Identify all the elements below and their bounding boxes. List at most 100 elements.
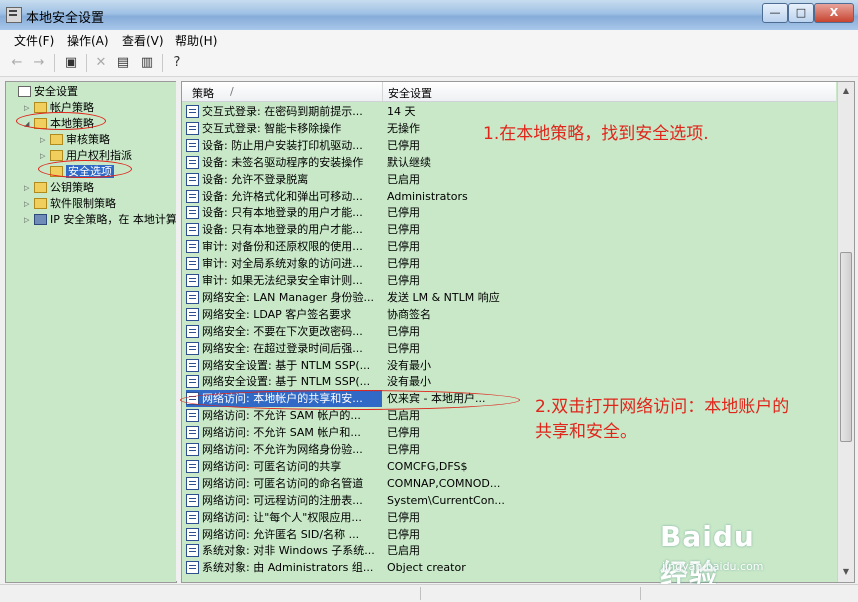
maximize-button[interactable]: □: [788, 3, 814, 23]
scroll-thumb[interactable]: [840, 252, 852, 442]
policy-cell: 设备: 防止用户安装打印机驱动...: [186, 137, 382, 154]
table-row[interactable]: 网络安全: LDAP 客户签名要求 协商签名: [182, 306, 836, 323]
column-header-setting[interactable]: 安全设置: [388, 85, 432, 101]
policy-icon: [186, 257, 199, 271]
table-row[interactable]: 网络访问: 可匿名访问的命名管道 COMNAP,COMNOD...: [182, 475, 836, 492]
table-row[interactable]: 网络访问: 可匿名访问的共享 COMCFG,DFS$: [182, 458, 836, 475]
tree-item[interactable]: 安全设置: [8, 84, 78, 100]
up-folder-icon[interactable]: ▣: [62, 54, 80, 72]
table-row[interactable]: 网络安全设置: 基于 NTLM SSP(... 没有最小: [182, 357, 836, 374]
menu-file[interactable]: 文件(F): [14, 32, 54, 49]
menu-help[interactable]: 帮助(H): [175, 32, 217, 49]
table-row[interactable]: 设备: 允许不登录脱离 已启用: [182, 171, 836, 188]
expander-icon[interactable]: ▷: [40, 132, 49, 148]
policy-name: 网络安全设置: 基于 NTLM SSP(...: [202, 375, 371, 389]
table-row[interactable]: 审计: 对备份和还原权限的使用... 已停用: [182, 238, 836, 255]
folder-icon: [34, 198, 47, 209]
policy-name: 设备: 允许不登录脱离: [202, 172, 309, 186]
highlight-oval-network-access: [180, 390, 520, 410]
security-setting-value: 已停用: [387, 510, 420, 524]
policy-cell: 系统对象: 由 Administrators 组...: [186, 559, 382, 576]
security-setting-value: COMNAP,COMNOD...: [387, 476, 501, 490]
network-policy-icon: [34, 214, 47, 225]
scroll-down-icon[interactable]: ▼: [840, 566, 852, 578]
help-icon[interactable]: ?: [168, 54, 186, 72]
forward-arrow-icon[interactable]: →: [30, 54, 48, 72]
expander-icon[interactable]: ▷: [24, 196, 33, 212]
table-row[interactable]: 设备: 只有本地登录的用户才能... 已停用: [182, 204, 836, 221]
policy-cell: 网络安全: LAN Manager 身份验...: [186, 289, 382, 306]
menu-view[interactable]: 查看(V): [122, 32, 164, 49]
back-arrow-icon[interactable]: ←: [8, 54, 26, 72]
policy-icon: [186, 240, 199, 254]
close-button[interactable]: X: [814, 3, 854, 23]
title-bar[interactable]: 本地安全设置 — □ X: [0, 0, 858, 31]
policy-cell: 网络访问: 让"每个人"权限应用...: [186, 509, 382, 526]
security-setting-value: 发送 LM & NTLM 响应: [387, 290, 500, 304]
tree-item[interactable]: ▷ 审核策略: [40, 132, 110, 148]
table-row[interactable]: 审计: 如果无法纪录安全审计则... 已停用: [182, 272, 836, 289]
toolbar-separator: [86, 54, 87, 72]
scroll-up-icon[interactable]: ▲: [840, 85, 852, 97]
table-row[interactable]: 设备: 未签名驱动程序的安装操作 默认继续: [182, 154, 836, 171]
policy-icon: [186, 375, 199, 389]
expander-icon[interactable]: ▷: [40, 148, 49, 164]
table-row[interactable]: 网络安全设置: 基于 NTLM SSP(... 没有最小: [182, 373, 836, 390]
minimize-button[interactable]: —: [762, 3, 788, 23]
policy-name: 网络安全: 不要在下次更改密码...: [202, 324, 363, 338]
expander-icon[interactable]: ▷: [24, 180, 33, 196]
security-setting-value: 已停用: [387, 223, 420, 237]
policy-icon: [186, 527, 199, 541]
column-header-policy[interactable]: 策略: [192, 85, 214, 101]
table-row[interactable]: 网络安全: LAN Manager 身份验... 发送 LM & NTLM 响应: [182, 289, 836, 306]
tree-item-label: 公钥策略: [50, 181, 94, 194]
delete-icon[interactable]: ✕: [92, 54, 110, 72]
policy-icon: [186, 121, 199, 135]
policy-icon: [186, 172, 199, 186]
menu-bar: 文件(F) 操作(A) 查看(V) 帮助(H): [0, 30, 858, 50]
policy-icon: [186, 409, 199, 423]
policy-list[interactable]: 策略 / 安全设置 交互式登录: 在密码到期前提示... 14 天交互式登录: 智…: [181, 81, 855, 583]
policy-name: 网络安全: LAN Manager 身份验...: [202, 290, 375, 304]
table-row[interactable]: 网络访问: 不允许为网络身份验... 已停用: [182, 441, 836, 458]
policy-name: 网络访问: 让"每个人"权限应用...: [202, 510, 362, 524]
tree-item[interactable]: ▷ 公钥策略: [24, 180, 94, 196]
menu-action[interactable]: 操作(A): [67, 32, 109, 49]
table-row[interactable]: 交互式登录: 在密码到期前提示... 14 天: [182, 103, 836, 120]
export-list-icon[interactable]: ▥: [138, 54, 156, 72]
table-row[interactable]: 审计: 对全局系统对象的访问进... 已停用: [182, 255, 836, 272]
status-divider: [640, 587, 641, 600]
table-row[interactable]: 设备: 允许格式化和弹出可移动... Administrators: [182, 188, 836, 205]
security-settings-icon: [18, 86, 31, 97]
policy-name: 网络访问: 可远程访问的注册表...: [202, 493, 363, 507]
expander-icon[interactable]: ▷: [24, 212, 33, 228]
column-divider[interactable]: [382, 82, 383, 101]
watermark-logo: Baidu经验: [660, 520, 755, 591]
tree-item[interactable]: ▷ IP 安全策略，在 本地计算机: [24, 212, 188, 228]
table-row[interactable]: 网络访问: 不允许 SAM 帐户和... 已停用: [182, 424, 836, 441]
security-setting-value: 已停用: [387, 206, 420, 220]
policy-cell: 设备: 允许不登录脱离: [186, 171, 382, 188]
security-setting-value: 已启用: [387, 172, 420, 186]
policy-name: 网络访问: 不允许为网络身份验...: [202, 443, 363, 456]
highlight-oval-local-policy: [16, 112, 106, 130]
policy-cell: 交互式登录: 智能卡移除操作: [186, 120, 382, 137]
table-row[interactable]: 网络安全: 不要在下次更改密码... 已停用: [182, 323, 836, 340]
table-row[interactable]: 网络安全: 在超过登录时间后强... 已停用: [182, 340, 836, 357]
tree-item[interactable]: ▷ 软件限制策略: [24, 196, 116, 212]
policy-name: 设备: 防止用户安装打印机驱动...: [202, 138, 363, 152]
table-row[interactable]: 设备: 只有本地登录的用户才能... 已停用: [182, 221, 836, 238]
policy-cell: 设备: 允许格式化和弹出可移动...: [186, 188, 382, 205]
security-setting-value: 14 天: [387, 105, 416, 118]
policy-icon: [186, 459, 199, 473]
vertical-scrollbar[interactable]: ▲ ▼: [837, 82, 854, 582]
security-setting-value: 没有最小: [387, 375, 431, 389]
toolbar-separator: [162, 54, 163, 72]
properties-icon[interactable]: ▤: [114, 54, 132, 72]
console-tree[interactable]: 安全设置 ▷ 帐户策略 ◢ 本地策略 ▷ 审核策略 ▷ 用户权利指派 安全选项 ▷ 公钥策略 ▷ 软件限制…: [5, 81, 188, 583]
policy-icon: [186, 324, 199, 338]
policy-cell: 设备: 未签名驱动程序的安装操作: [186, 154, 382, 171]
policy-icon: [186, 510, 199, 524]
tree-item-label: 审核策略: [66, 133, 110, 146]
table-row[interactable]: 网络访问: 可远程访问的注册表... System\CurrentCon...: [182, 492, 836, 509]
